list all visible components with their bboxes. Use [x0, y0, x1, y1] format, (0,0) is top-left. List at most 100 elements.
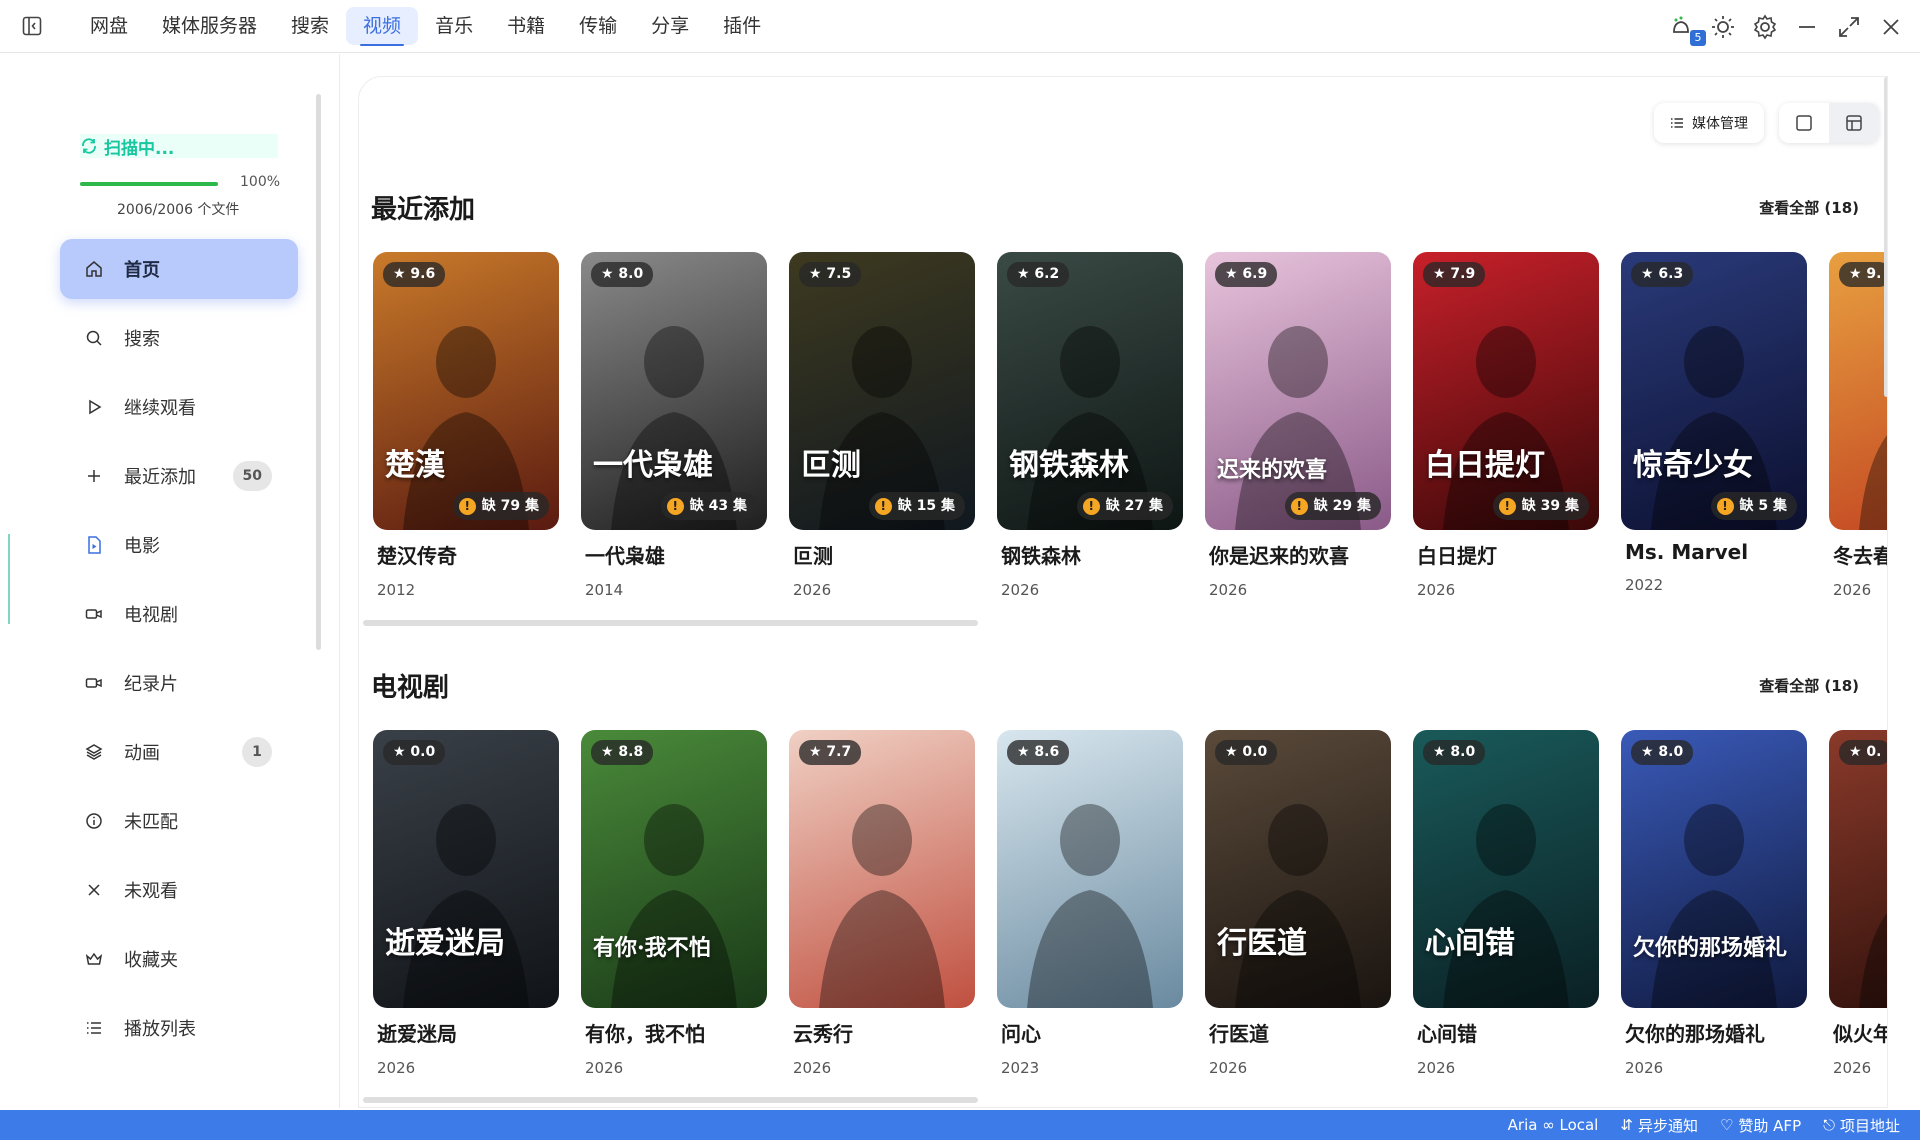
media-card[interactable]: 惊奇少女 ★ 6.3! 缺 5 集 Ms. Marvel 2022 [1621, 252, 1807, 594]
minimize-button[interactable] [1786, 6, 1828, 48]
card-title[interactable]: 钢铁森林 [997, 540, 1183, 569]
poster-image[interactable]: 叵测 ★ 7.5! 缺 15 集 [789, 252, 975, 530]
notification-button[interactable]: 5 [1660, 6, 1706, 48]
media-card[interactable]: 钢铁森林 ★ 6.2! 缺 27 集钢铁森林 2026 [997, 252, 1183, 599]
poster-image[interactable]: 白日提灯 ★ 7.9! 缺 39 集 [1413, 252, 1599, 530]
maximize-button[interactable] [1828, 6, 1870, 48]
card-title[interactable]: 有你，我不怕 [581, 1018, 767, 1047]
poster-image[interactable]: 逝爱迷局 ★ 0.0 [373, 730, 559, 1008]
missing-episodes-badge: ! 缺 29 集 [1284, 492, 1381, 520]
card-title[interactable]: 心间错 [1413, 1018, 1599, 1047]
nav-tab[interactable]: 搜索 [274, 7, 346, 45]
sidebar-item[interactable]: 动画 1 [60, 722, 298, 782]
card-title[interactable]: 冬去春来 [1829, 540, 1887, 569]
close-button[interactable] [1870, 6, 1912, 48]
media-card[interactable]: 白日提灯 ★ 7.9! 缺 39 集白日提灯 2026 [1413, 252, 1599, 599]
card-title[interactable]: Ms. Marvel [1621, 540, 1807, 564]
sidebar-item-label: 收藏夹 [124, 950, 178, 971]
card-title[interactable]: 楚汉传奇 [373, 540, 559, 569]
media-card[interactable]: ★ 7.7 云秀行 2026 [789, 730, 975, 1077]
view-layout-button[interactable] [1829, 103, 1879, 143]
media-manage-button[interactable]: 媒体管理 [1654, 103, 1764, 143]
poster-image[interactable]: 心间错 ★ 8.0 [1413, 730, 1599, 1008]
poster-title-art: 迟来的欢喜 [1217, 457, 1328, 483]
tv-row-scrollbar[interactable] [363, 1097, 978, 1103]
window-controls: 5 [1660, 0, 1920, 53]
view-single-button[interactable] [1779, 103, 1829, 143]
media-card[interactable]: 逝爱迷局 ★ 0.0 逝爱迷局 2026 [373, 730, 559, 1077]
rating-badge: ★ 9. [1839, 262, 1887, 287]
media-card[interactable]: 叵测 ★ 7.5! 缺 15 集叵测 2026 [789, 252, 975, 599]
media-card[interactable]: ★ 9. 冬去春来 2026 [1829, 252, 1887, 599]
recent-row-scrollbar[interactable] [363, 620, 978, 626]
sponsor-link[interactable]: ♡ 赞助 AFP [1720, 1115, 1801, 1136]
sidebar-item[interactable]: 未观看 [60, 860, 298, 920]
missing-episodes-text: 缺 5 集 [1739, 498, 1788, 514]
media-card[interactable]: 行医道 ★ 0.0 行医道 2026 [1205, 730, 1391, 1077]
poster-image[interactable]: 钢铁森林 ★ 6.2! 缺 27 集 [997, 252, 1183, 530]
nav-tab[interactable]: 分享 [634, 7, 706, 45]
media-card[interactable]: 一代枭雄 ★ 8.0! 缺 43 集一代枭雄 2014 [581, 252, 767, 599]
card-title[interactable]: 问心 [997, 1018, 1183, 1047]
poster-title-art: 逝爱迷局 [385, 926, 505, 961]
refresh-icon [82, 138, 96, 154]
media-card[interactable]: 欠你的那场婚礼 ★ 8.0 欠你的那场婚礼 2026 [1621, 730, 1807, 1077]
poster-image[interactable]: 欠你的那场婚礼 ★ 8.0 [1621, 730, 1807, 1008]
card-year: 2022 [1625, 576, 1664, 594]
sidebar-toggle-icon [22, 16, 42, 36]
card-title[interactable]: 叵测 [789, 540, 975, 569]
theme-toggle-button[interactable] [1702, 6, 1744, 48]
sync-notify[interactable]: ⇵ 异步通知 [1620, 1115, 1698, 1136]
poster-image[interactable]: ★ 8.6 [997, 730, 1183, 1008]
sidebar-toggle-button[interactable] [17, 11, 47, 41]
nav-tab[interactable]: 视频 [346, 7, 419, 46]
poster-image[interactable]: 惊奇少女 ★ 6.3! 缺 5 集 [1621, 252, 1807, 530]
sidebar-item[interactable]: 电视剧 [60, 584, 298, 644]
poster-image[interactable]: 一代枭雄 ★ 8.0! 缺 43 集 [581, 252, 767, 530]
media-card[interactable]: 楚漢 ★ 9.6! 缺 79 集楚汉传奇 2012 [373, 252, 559, 599]
sidebar-item[interactable]: 搜索 [60, 308, 298, 368]
sidebar-item[interactable]: 播放列表 [60, 998, 298, 1058]
card-title[interactable]: 一代枭雄 [581, 540, 767, 569]
sidebar-scrollbar[interactable] [316, 94, 321, 650]
nav-tab[interactable]: 插件 [706, 7, 778, 45]
poster-image[interactable]: ★ 7.7 [789, 730, 975, 1008]
card-title[interactable]: 行医道 [1205, 1018, 1391, 1047]
card-title[interactable]: 你是迟来的欢喜 [1205, 540, 1391, 569]
card-title[interactable]: 似火年华 [1829, 1018, 1887, 1047]
sidebar-item[interactable]: 未匹配 [60, 791, 298, 851]
sidebar-item[interactable]: 首页 [60, 239, 298, 299]
nav-tab[interactable]: 书籍 [490, 7, 562, 45]
poster-image[interactable]: 行医道 ★ 0.0 [1205, 730, 1391, 1008]
view-all-tv-link[interactable]: 查看全部 (18) [1759, 675, 1859, 696]
media-card[interactable]: 心间错 ★ 8.0 心间错 2026 [1413, 730, 1599, 1077]
sidebar-item[interactable]: 最近添加 50 [60, 446, 298, 506]
poster-image[interactable]: 迟来的欢喜 ★ 6.9! 缺 29 集 [1205, 252, 1391, 530]
nav-tab[interactable]: 音乐 [418, 7, 490, 45]
poster-image[interactable]: 楚漢 ★ 9.6! 缺 79 集 [373, 252, 559, 530]
media-card[interactable]: 有你·我不怕 ★ 8.8 有你，我不怕 2026 [581, 730, 767, 1077]
card-title[interactable]: 白日提灯 [1413, 540, 1599, 569]
card-title[interactable]: 逝爱迷局 [373, 1018, 559, 1047]
project-link[interactable]: ⎋ 项目地址 [1823, 1115, 1900, 1136]
settings-button[interactable] [1744, 6, 1786, 48]
poster-image[interactable]: 有你·我不怕 ★ 8.8 [581, 730, 767, 1008]
sidebar-item[interactable]: 纪录片 [60, 653, 298, 713]
nav-tab[interactable]: 网盘 [73, 7, 145, 45]
nav-tab[interactable]: 传输 [562, 7, 634, 45]
poster-image[interactable]: ★ 9. [1829, 252, 1887, 530]
view-all-recent-link[interactable]: 查看全部 (18) [1759, 197, 1859, 218]
sidebar-item-label: 电视剧 [124, 605, 178, 626]
sidebar-item[interactable]: 电影 [60, 515, 298, 575]
card-title[interactable]: 欠你的那场婚礼 [1621, 1018, 1807, 1047]
card-title[interactable]: 云秀行 [789, 1018, 975, 1047]
main-scrollbar[interactable] [1884, 77, 1887, 397]
media-card[interactable]: ★ 8.6 问心 2023 [997, 730, 1183, 1077]
aria-status[interactable]: Aria ∞ Local [1508, 1116, 1599, 1134]
media-card[interactable]: ★ 0. 似火年华 2026 [1829, 730, 1887, 1077]
poster-image[interactable]: ★ 0. [1829, 730, 1887, 1008]
sidebar-item[interactable]: 继续观看 [60, 377, 298, 437]
nav-tab[interactable]: 媒体服务器 [145, 7, 274, 45]
media-card[interactable]: 迟来的欢喜 ★ 6.9! 缺 29 集你是迟来的欢喜 2026 [1205, 252, 1391, 599]
sidebar-item[interactable]: 收藏夹 [60, 929, 298, 989]
